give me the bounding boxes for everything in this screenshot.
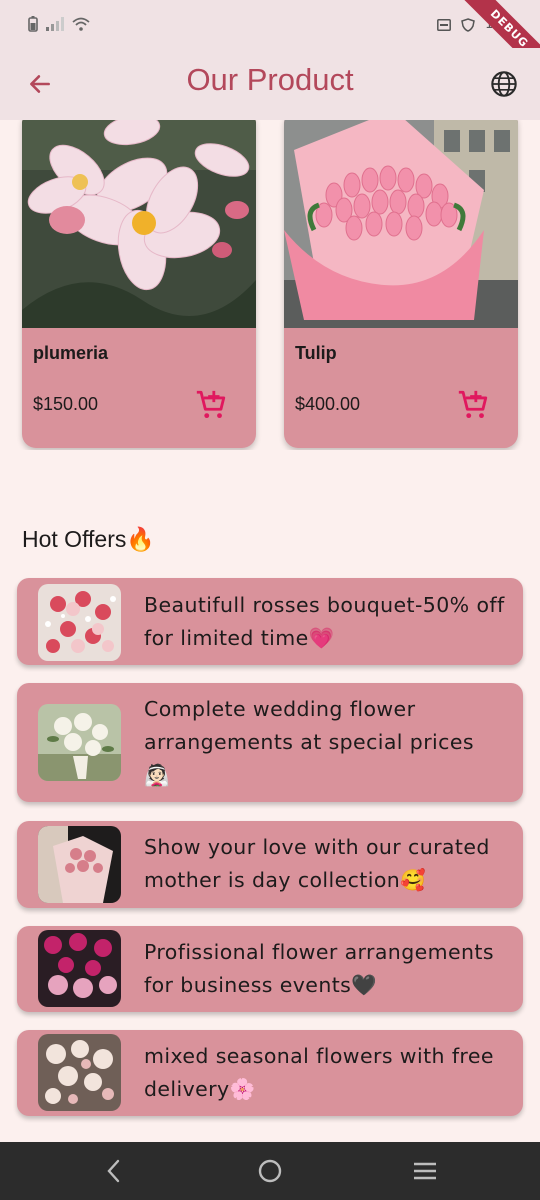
roses-bouquet-image <box>38 584 121 661</box>
signal-icon <box>46 17 64 31</box>
product-card[interactable]: plumeria $150.00 <box>22 120 256 448</box>
status-icons-left <box>28 16 90 32</box>
battery-icon <box>28 16 38 32</box>
offer-text: Show your love with our curated mother i… <box>144 835 490 892</box>
nav-recents-button[interactable] <box>410 1156 440 1186</box>
menu-lines-icon <box>414 1162 436 1180</box>
app-bar: Our Product <box>0 48 540 120</box>
seasonal-flowers-image <box>38 1034 121 1111</box>
add-to-cart-button[interactable] <box>456 388 490 422</box>
offer-item[interactable]: mixed seasonal flowers with free deliver… <box>17 1030 523 1116</box>
add-shopping-cart-icon <box>458 390 488 419</box>
tulip-image <box>284 120 518 328</box>
globe-icon <box>491 71 517 97</box>
chevron-left-icon <box>107 1159 120 1183</box>
add-shopping-cart-icon <box>196 390 226 419</box>
product-price: $400.00 <box>295 394 361 414</box>
sim-card-icon <box>437 18 452 31</box>
mothers-day-bouquet-image <box>38 826 121 903</box>
circle-home-icon <box>258 1159 282 1183</box>
offer-item[interactable]: Profissional flower arrangements for bus… <box>17 926 523 1012</box>
page-title: Our Product <box>186 62 354 97</box>
offer-text: Beautifull rosses bouquet-50% off for li… <box>144 593 505 650</box>
wedding-bouquet-image <box>38 704 121 781</box>
product-price: $150.00 <box>33 394 99 414</box>
hot-offers-title: Hot Offers🔥 <box>22 526 156 552</box>
offer-item[interactable]: Beautifull rosses bouquet-50% off for li… <box>17 578 523 665</box>
status-bar: 11: DEBUG <box>0 0 540 83</box>
product-name: Tulip <box>295 343 337 363</box>
offer-text: Profissional flower arrangements for bus… <box>144 940 494 997</box>
wifi-icon <box>72 17 90 31</box>
product-name: plumeria <box>33 343 109 363</box>
nav-home-button[interactable] <box>255 1156 285 1186</box>
nav-back-button[interactable] <box>99 1156 129 1186</box>
offer-text: Complete wedding flower arrangements at … <box>144 697 474 787</box>
system-nav-bar <box>0 1142 540 1200</box>
plumeria-image <box>22 120 256 328</box>
offer-item[interactable]: Complete wedding flower arrangements at … <box>17 683 523 802</box>
business-event-flowers-image <box>38 930 121 1007</box>
offer-item[interactable]: Show your love with our curated mother i… <box>17 821 523 908</box>
shield-icon <box>461 17 475 32</box>
product-card[interactable]: Tulip $400.00 <box>284 120 518 448</box>
product-grid: plumeria $150.00 Tulip $400.00 <box>0 120 540 450</box>
add-to-cart-button[interactable] <box>194 388 228 422</box>
language-button[interactable] <box>486 66 522 102</box>
offer-text: mixed seasonal flowers with free deliver… <box>144 1044 494 1101</box>
